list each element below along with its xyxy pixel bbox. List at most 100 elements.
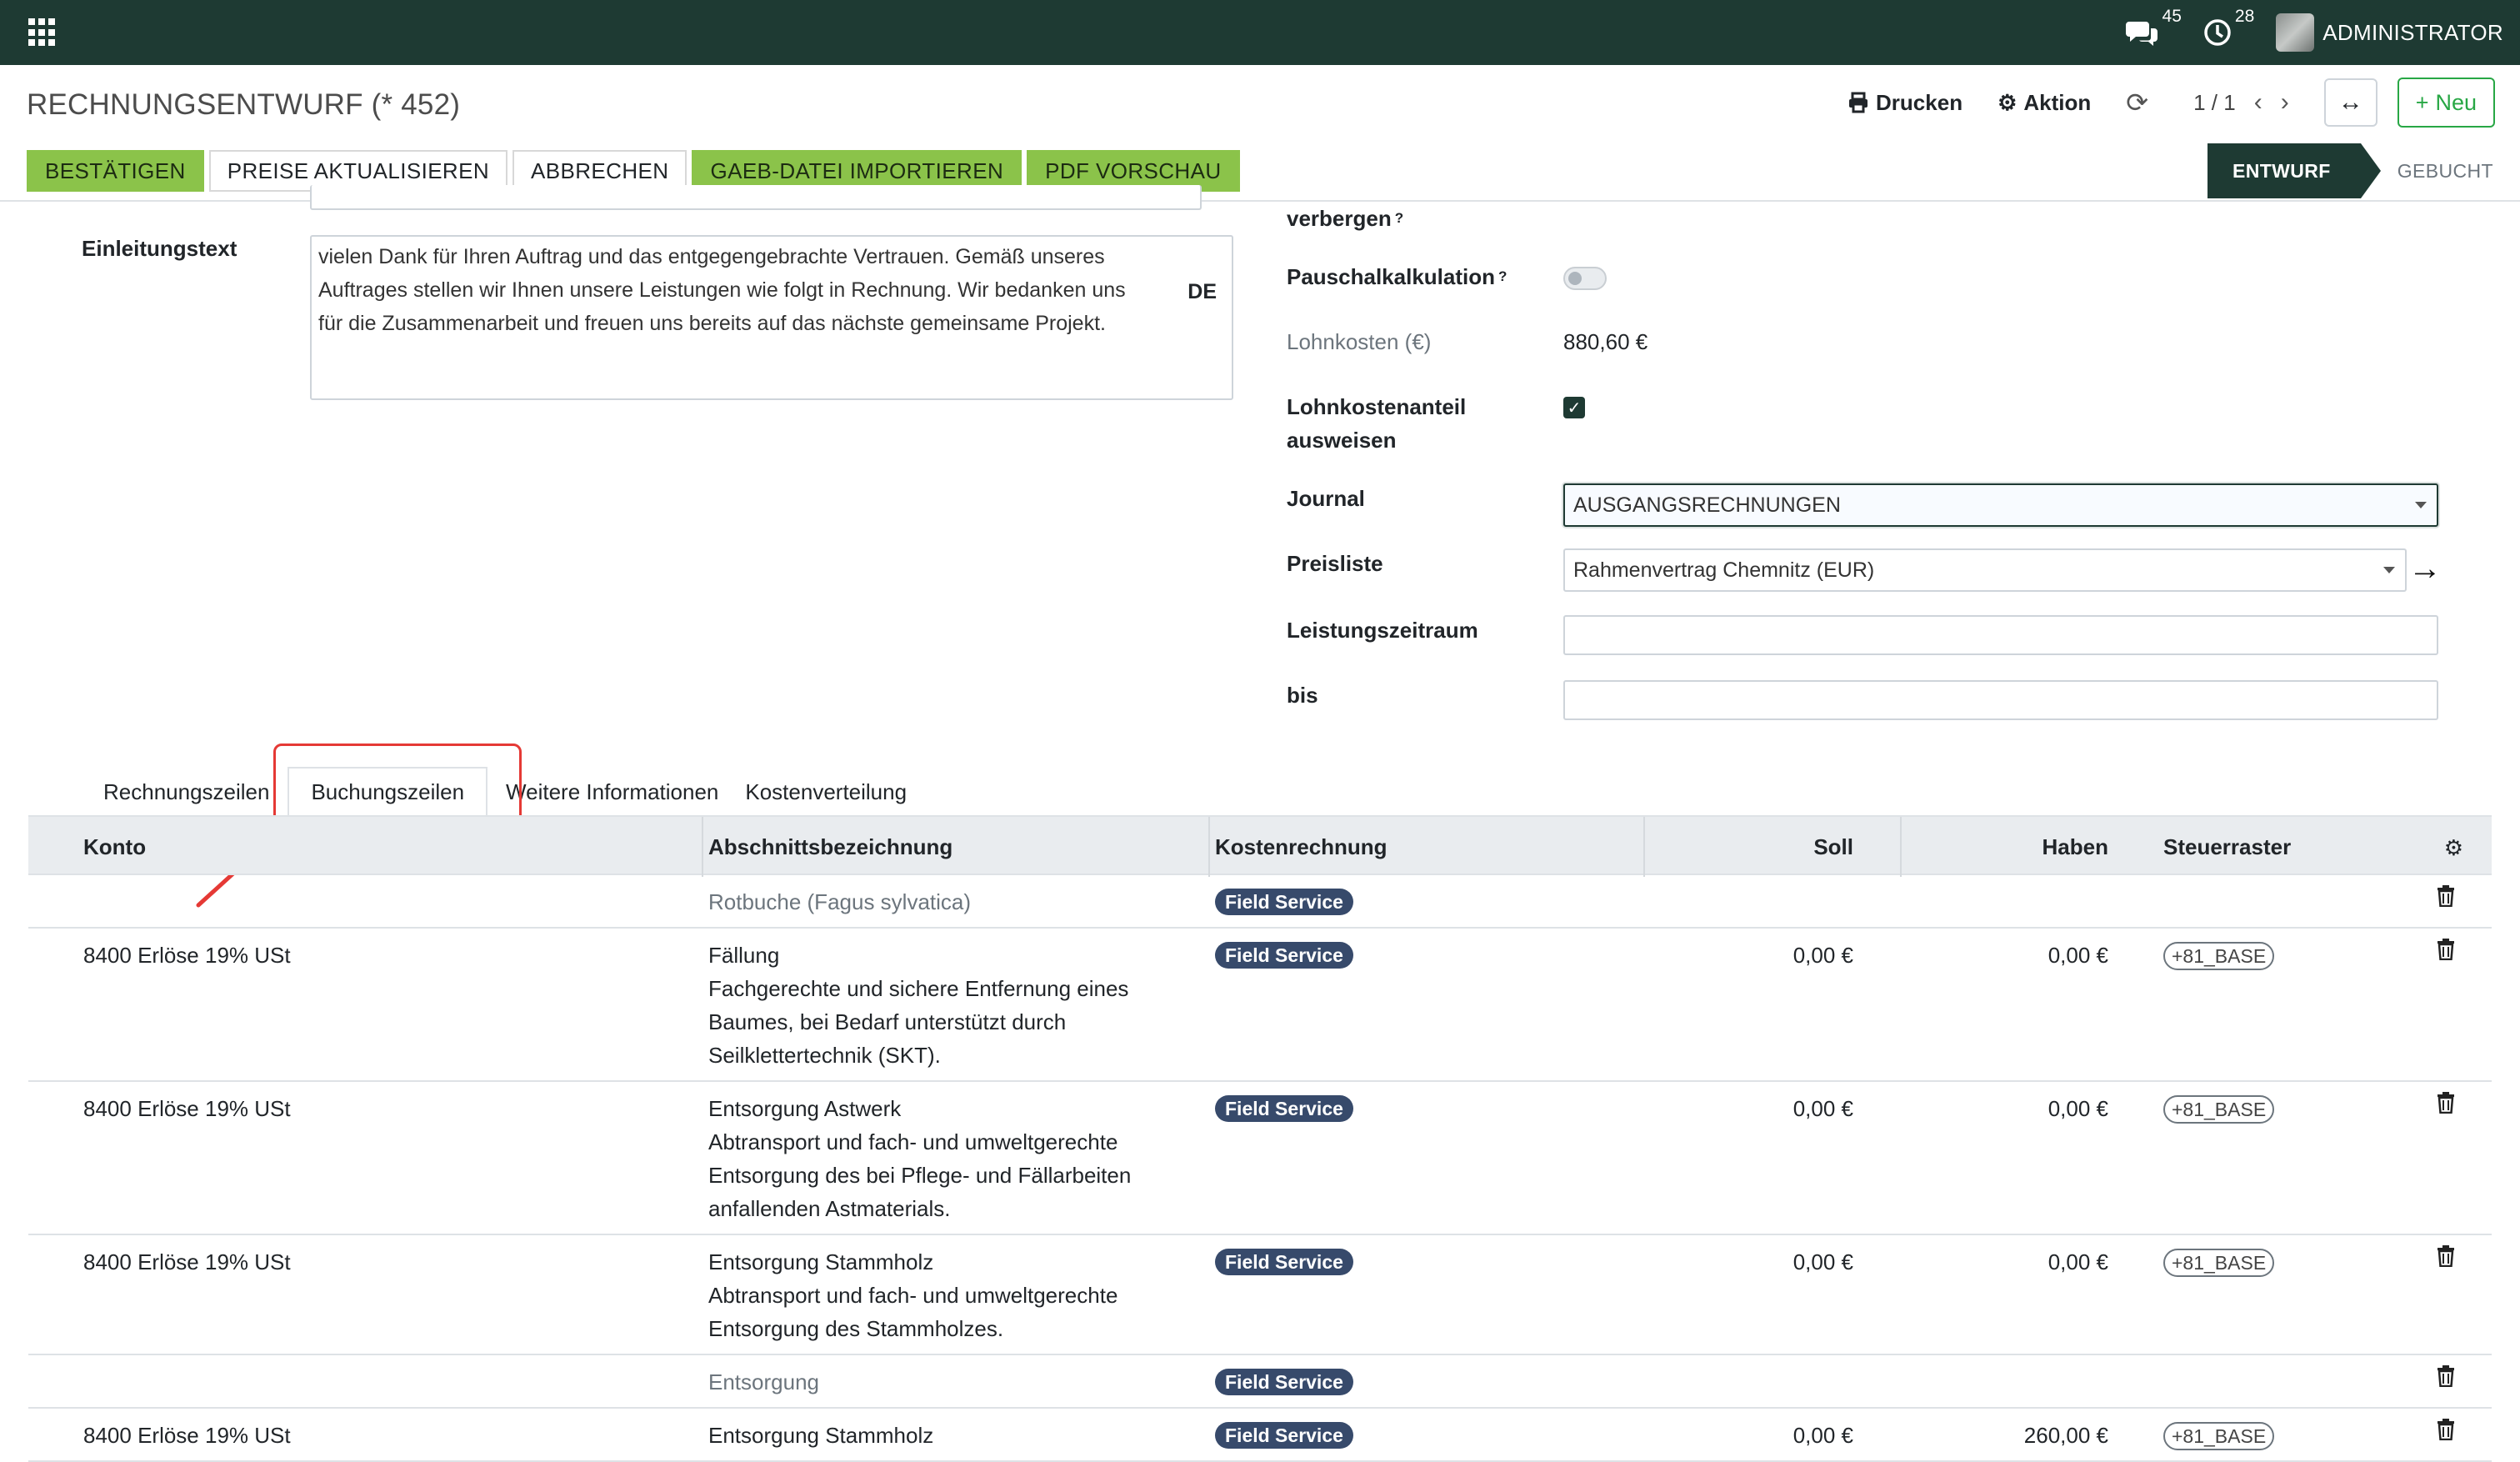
refresh-icon[interactable]: ⟳: [2126, 87, 2148, 118]
expand-width-button[interactable]: ↔: [2323, 78, 2378, 127]
tab-cost-distribution[interactable]: Kostenverteilung: [732, 767, 920, 817]
period-input[interactable]: [1563, 615, 2438, 655]
column-account[interactable]: Konto: [83, 817, 146, 877]
table-row[interactable]: 8400 Erlöse 19% USt Entsorgung Stammholz F…: [28, 1409, 2492, 1462]
cell-credit: 0,00 €: [2048, 1249, 2108, 1274]
tax-grid-tag[interactable]: +81_BASE: [2163, 1422, 2275, 1450]
new-label: Neu: [2435, 89, 2477, 115]
cost-tag[interactable]: Field Service: [1215, 942, 1353, 969]
pricelist-label: Preisliste: [1287, 551, 1383, 576]
flat-calc-toggle[interactable]: [1563, 267, 1607, 290]
confirm-button[interactable]: BESTÄTIGEN: [27, 150, 204, 192]
tab-invoice-lines[interactable]: Rechnungszeilen: [90, 767, 282, 817]
cell-section: Entsorgung Astwerk Abtransport und fach- …: [708, 1092, 1208, 1225]
check-icon: ✓: [1567, 398, 1582, 418]
section-line: Fachgerechte und sichere Entfernung eine…: [708, 976, 1129, 1001]
cell-credit: 0,00 €: [2048, 943, 2108, 968]
tab-other-info[interactable]: Weitere Informationen: [492, 767, 732, 817]
arrow-right-icon[interactable]: →: [2408, 550, 2442, 588]
column-divider: [1900, 817, 1902, 877]
status-posted[interactable]: GEBUCHT: [2361, 160, 2520, 183]
control-panel-right: Drucken ⚙ Aktion ⟳ 1 / 1 ‹ › ↔ + Neu: [1848, 77, 2495, 128]
table-row[interactable]: Rotbuche (Fagus sylvatica) Field Service: [28, 875, 2492, 929]
section-line: Entsorgung Stammholz: [708, 1249, 934, 1274]
pager-value[interactable]: 1 / 1: [2193, 90, 2236, 116]
column-credit[interactable]: Haben: [2042, 817, 2108, 877]
action-label: Aktion: [2023, 89, 2092, 115]
table-row[interactable]: 8400 Erlöse 19% USt Entsorgung Stammholz A…: [28, 1235, 2492, 1355]
cost-tag[interactable]: Field Service: [1215, 1095, 1353, 1122]
chat-icon: [2125, 22, 2158, 46]
flat-calc-text: Pauschalkalkulation: [1287, 264, 1495, 289]
status-bar: ENTWURF GEBUCHT: [2207, 143, 2520, 198]
cost-tag[interactable]: Field Service: [1215, 1422, 1353, 1449]
column-divider: [1643, 817, 1645, 877]
cost-tag[interactable]: Field Service: [1215, 1369, 1353, 1395]
cost-tag[interactable]: Field Service: [1215, 1249, 1353, 1275]
help-mark: ?: [1394, 210, 1404, 226]
top-navbar: 45 28 ADMINISTRATOR: [0, 0, 2520, 65]
cell-debit: 0,00 €: [1792, 1096, 1853, 1121]
cell-account: 8400 Erlöse 19% USt: [83, 1096, 291, 1121]
apps-menu-icon[interactable]: [28, 18, 57, 47]
table-row[interactable]: 8400 Erlöse 19% USt Entsorgung Astwerk Abt…: [28, 1082, 2492, 1235]
sliders-icon[interactable]: ⚙: [2444, 835, 2463, 861]
section-line: Baumes, bei Bedarf unterstützt durch: [708, 1009, 1067, 1034]
action-button[interactable]: ⚙ Aktion: [1998, 90, 2091, 116]
journal-select[interactable]: AUSGANGSRECHNUNGEN: [1563, 483, 2438, 527]
section-line: Entsorgung Astwerk: [708, 1096, 902, 1121]
column-debit[interactable]: Soll: [1813, 817, 1853, 877]
trash-icon[interactable]: [2437, 1419, 2455, 1446]
column-tax-grid[interactable]: Steuerraster: [2163, 817, 2291, 877]
table-row[interactable]: 8400 Erlöse 19% USt Fällung Fachgerechte u…: [28, 929, 2492, 1082]
trash-icon[interactable]: [2437, 1245, 2455, 1273]
trash-icon[interactable]: [2437, 1092, 2455, 1119]
status-draft[interactable]: ENTWURF: [2207, 143, 2381, 198]
section-line: Entsorgung des Stammholzes.: [708, 1316, 1004, 1341]
journal-items-table: Konto Abschnittsbezeichnung Kostenrechnu…: [28, 815, 2492, 1462]
table-header: Konto Abschnittsbezeichnung Kostenrechnu…: [28, 815, 2492, 877]
until-input[interactable]: [1563, 680, 2438, 720]
trash-icon[interactable]: [2437, 939, 2455, 966]
plus-icon: +: [2415, 89, 2429, 115]
labor-cost-value: 880,60 €: [1563, 329, 1648, 354]
cell-section: Fällung Fachgerechte und sichere Entfernu…: [708, 939, 1208, 1072]
labor-cost-label: Lohnkosten (€): [1287, 329, 1432, 354]
column-section[interactable]: Abschnittsbezeichnung: [708, 817, 952, 877]
section-line: Seilklettertechnik (SKT).: [708, 1043, 941, 1068]
printer-icon: [1849, 92, 1868, 113]
show-labor-label: Lohnkostenanteil ausweisen: [1287, 390, 1466, 457]
trash-icon[interactable]: [2437, 1365, 2455, 1393]
show-labor-checkbox[interactable]: ✓: [1563, 397, 1585, 418]
print-button[interactable]: Drucken: [1848, 90, 1962, 116]
cell-section: Entsorgung Stammholz Abtransport und fach…: [708, 1245, 1208, 1345]
messages-button[interactable]: 45: [2125, 7, 2182, 47]
tax-grid-tag[interactable]: +81_BASE: [2163, 1095, 2275, 1124]
section-line: Entsorgung Stammholz: [708, 1423, 934, 1448]
help-mark: ?: [1498, 268, 1508, 284]
section-line: Rotbuche (Fagus sylvatica): [708, 889, 972, 914]
section-line: anfallenden Astmaterials.: [708, 1196, 951, 1221]
period-label: Leistungszeitraum: [1287, 618, 1478, 643]
chevron-right-icon[interactable]: ›: [2281, 88, 2289, 117]
pricelist-select[interactable]: Rahmenvertrag Chemnitz (EUR): [1563, 548, 2407, 592]
user-name: ADMINISTRATOR: [2322, 19, 2503, 45]
table-row[interactable]: Entsorgung Field Service: [28, 1355, 2492, 1409]
activities-button[interactable]: 28: [2203, 7, 2254, 47]
trash-icon[interactable]: [2437, 885, 2455, 913]
hide-label-text: verbergen: [1287, 206, 1392, 231]
tax-grid-tag[interactable]: +81_BASE: [2163, 1249, 2275, 1277]
language-badge[interactable]: DE: [1188, 275, 1217, 308]
intro-text: vielen Dank für Ihren Auftrag und das en…: [318, 245, 1126, 335]
arrows-horizontal-icon: ↔: [2338, 88, 2363, 116]
previous-field[interactable]: [310, 185, 1202, 210]
section-line: Abtransport und fach- und umweltgerechte: [708, 1129, 1118, 1154]
chevron-left-icon[interactable]: ‹: [2254, 88, 2262, 117]
cost-tag[interactable]: Field Service: [1215, 889, 1353, 915]
tax-grid-tag[interactable]: +81_BASE: [2163, 942, 2275, 970]
new-button[interactable]: + Neu: [2397, 78, 2495, 128]
user-menu[interactable]: ADMINISTRATOR: [2276, 13, 2503, 52]
section-line: Entsorgung: [708, 1369, 819, 1394]
column-cost[interactable]: Kostenrechnung: [1215, 817, 1388, 877]
cell-credit: 260,00 €: [2023, 1423, 2108, 1448]
